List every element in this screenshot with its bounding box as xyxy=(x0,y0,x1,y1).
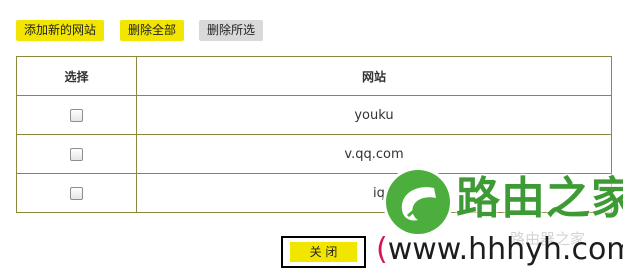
website-cell: youku xyxy=(136,95,612,135)
row-checkbox[interactable] xyxy=(70,147,83,161)
leaf-logo-icon xyxy=(386,170,450,234)
close-button-highlight: 关 闭 xyxy=(281,236,366,268)
table-row: v.qq.com xyxy=(16,134,612,174)
table-row: youku xyxy=(16,95,612,135)
row-checkbox[interactable] xyxy=(70,186,83,200)
watermark-title: 路由之家 xyxy=(456,173,623,224)
close-button[interactable]: 关 闭 xyxy=(290,242,357,262)
table-header-row: 选择 网站 xyxy=(16,56,612,96)
select-cell xyxy=(16,173,137,213)
add-website-button[interactable]: 添加新的网站 xyxy=(16,20,105,41)
website-cell: v.qq.com xyxy=(136,134,612,174)
website-filter-panel: 添加新的网站 删除全部 删除所选 选择 网站 youku v.qq.com iq… xyxy=(0,0,623,273)
select-cell xyxy=(16,134,137,174)
watermark-url-open: ( xyxy=(376,232,388,267)
delete-all-button[interactable]: 删除全部 xyxy=(120,20,185,41)
delete-selected-button[interactable]: 删除所选 xyxy=(199,20,264,41)
row-checkbox[interactable] xyxy=(70,108,83,122)
watermark-url: (www.hhhyh.com) xyxy=(376,232,623,268)
header-website: 网站 xyxy=(136,56,612,96)
header-select: 选择 xyxy=(16,56,137,96)
select-cell xyxy=(16,95,137,135)
watermark-url-text: www.hhhyh.com xyxy=(387,232,623,267)
